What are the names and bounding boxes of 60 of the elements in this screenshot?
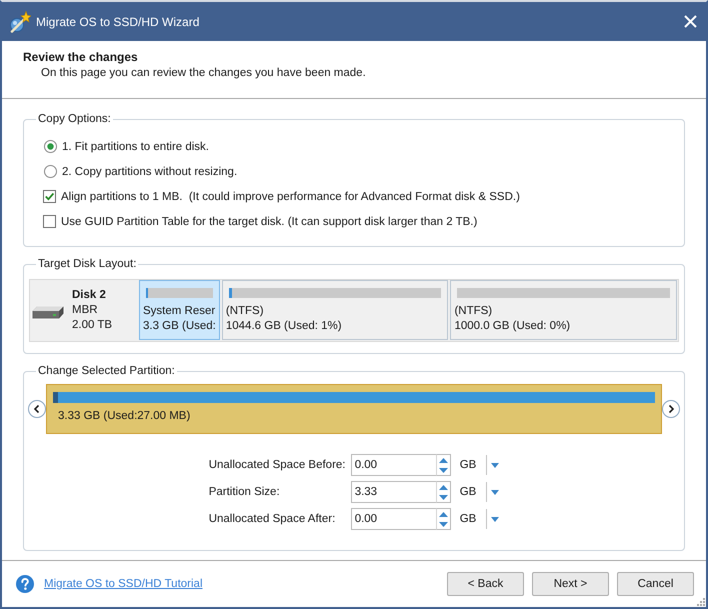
group-legend: Change Selected Partition: bbox=[36, 363, 177, 379]
next-button[interactable]: Next > bbox=[532, 572, 609, 596]
close-icon[interactable] bbox=[684, 15, 697, 28]
selected-partition-bar[interactable]: 3.33 GB (Used:27.00 MB) bbox=[46, 384, 662, 434]
disk-size: 2.00 TB bbox=[72, 318, 112, 332]
partition-size: 3.33 GB (Used:27.00 MB) bbox=[58, 409, 190, 424]
spinner[interactable] bbox=[436, 481, 451, 503]
caret-icon bbox=[491, 462, 500, 468]
spin-down-icon[interactable] bbox=[438, 468, 448, 472]
back-button[interactable]: < Back bbox=[447, 572, 524, 596]
partition-size: 1000.0 GB (Used: 0%) bbox=[454, 319, 570, 334]
option-label[interactable]: 1. Fit partitions to entire disk. bbox=[62, 140, 210, 152]
spin-up-icon[interactable] bbox=[438, 484, 448, 490]
partition-size: 1044.6 GB (Used: 1%) bbox=[226, 319, 342, 334]
spinner[interactable] bbox=[436, 508, 451, 530]
spin-up-icon[interactable] bbox=[438, 512, 448, 516]
caret-icon bbox=[491, 490, 500, 494]
number-input[interactable]: 0.00 bbox=[350, 454, 436, 476]
page-subtitle: On this page you can review the changes you have been made. bbox=[41, 66, 366, 81]
checkbox[interactable] bbox=[43, 215, 56, 228]
chevron-right-icon[interactable] bbox=[662, 400, 680, 418]
number-input[interactable]: 3.33 bbox=[350, 481, 436, 503]
option-label[interactable]: Use GUID Partition Table for the target disk. (It can support disk larger than 2 TB.) bbox=[61, 216, 478, 228]
chevron-left-icon[interactable] bbox=[28, 400, 46, 418]
field-label: Partition Size: bbox=[208, 486, 280, 498]
option-label[interactable]: 2. Copy partitions without resizing. bbox=[62, 166, 238, 178]
caret-icon bbox=[491, 516, 500, 522]
unit-dropdown[interactable]: GB bbox=[460, 508, 500, 530]
spin-down-icon[interactable] bbox=[438, 522, 448, 526]
partition-tile[interactable]: System Reser 3.3 GB (Used: bbox=[139, 280, 220, 340]
window-title: Migrate OS to SSD/HD Wizard bbox=[36, 14, 200, 28]
partition-label: (NTFS) bbox=[454, 304, 492, 319]
spinner[interactable] bbox=[436, 454, 451, 476]
spin-up-icon[interactable] bbox=[438, 458, 448, 462]
option-label[interactable]: Align partitions to 1 MB. (It could improve performance for Advanced Format disk & SSD.) bbox=[61, 190, 520, 202]
unit-dropdown[interactable]: GB bbox=[460, 454, 500, 476]
disk-type: MBR bbox=[72, 302, 98, 318]
partition-tile[interactable]: (NTFS) 1000.0 GB (Used: 0%) bbox=[450, 280, 677, 340]
help-icon[interactable] bbox=[16, 575, 34, 593]
partition-label: System Reser bbox=[143, 304, 216, 319]
spin-down-icon[interactable] bbox=[438, 494, 448, 500]
partition-tile[interactable]: (NTFS) 1044.6 GB (Used: 1%) bbox=[222, 280, 448, 340]
field-label: Unallocated Space After: bbox=[208, 513, 336, 525]
cancel-button[interactable]: Cancel bbox=[617, 572, 694, 596]
field-label: Unallocated Space Before: bbox=[208, 459, 346, 471]
group-legend: Target Disk Layout: bbox=[36, 256, 138, 272]
radio-button[interactable] bbox=[44, 140, 57, 153]
unit-dropdown[interactable]: GB bbox=[460, 481, 500, 503]
group-legend: Copy Options: bbox=[36, 111, 113, 127]
partition-label: (NTFS) bbox=[226, 304, 264, 319]
disk-name: Disk 2 bbox=[72, 288, 106, 302]
page-title: Review the changes bbox=[23, 49, 138, 65]
radio-button[interactable] bbox=[44, 165, 57, 178]
number-input[interactable]: 0.00 bbox=[350, 508, 436, 530]
resize-grip-icon[interactable] bbox=[697, 598, 705, 606]
wand-icon bbox=[9, 10, 31, 32]
tutorial-link[interactable]: Migrate OS to SSD/HD Tutorial bbox=[44, 578, 202, 590]
hard-drive-icon bbox=[32, 306, 64, 318]
partition-size: 3.3 GB (Used: bbox=[143, 319, 216, 334]
checkbox[interactable] bbox=[43, 190, 56, 203]
